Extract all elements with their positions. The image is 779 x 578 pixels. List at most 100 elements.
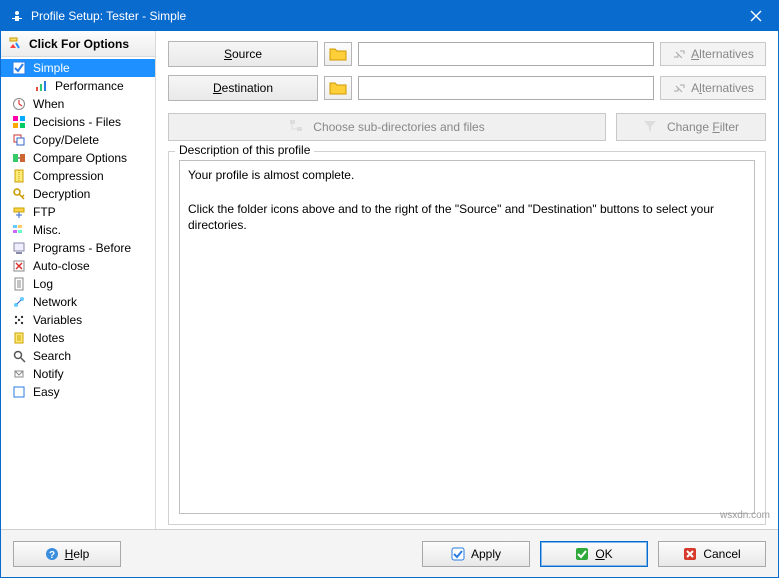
choose-subdirs-label: Choose sub-directories and files <box>313 120 484 134</box>
apply-button[interactable]: Apply <box>422 541 530 567</box>
source-alternatives-button: Alternatives <box>660 42 766 66</box>
sidebar-item-decisions-files[interactable]: Decisions - Files <box>1 113 155 131</box>
sidebar-item-label: Variables <box>33 313 82 327</box>
sidebar-item-compare-options[interactable]: Compare Options <box>1 149 155 167</box>
source-button[interactable]: Source <box>168 41 318 67</box>
footer: ? Help Apply OK Cancel <box>1 529 778 577</box>
change-filter-button: Change Filter <box>616 113 766 141</box>
sidebar-item-performance[interactable]: Performance <box>1 77 155 95</box>
key-icon <box>11 186 27 202</box>
apply-icon <box>451 547 465 561</box>
sidebar-item-label: Simple <box>33 61 70 75</box>
grid-icon <box>11 114 27 130</box>
sidebar-item-label: Performance <box>55 79 124 93</box>
destination-label-rest: estination <box>222 81 273 95</box>
sidebar-item-label: Auto-close <box>33 259 90 273</box>
ok-icon <box>575 547 589 561</box>
description-line-2: Click the folder icons above and to the … <box>188 201 746 235</box>
compare-icon <box>11 150 27 166</box>
source-path-input[interactable] <box>358 42 654 66</box>
sidebar: Click For Options Simple Performance When D… <box>1 31 156 529</box>
clock-icon <box>11 96 27 112</box>
bars-icon <box>33 78 49 94</box>
cancel-icon <box>683 547 697 561</box>
sidebar-item-label: FTP <box>33 205 56 219</box>
help-icon: ? <box>45 547 59 561</box>
source-folder-button[interactable] <box>324 42 352 66</box>
compress-icon <box>11 168 27 184</box>
sidebar-item-compression[interactable]: Compression <box>1 167 155 185</box>
funnel-icon <box>643 119 659 135</box>
sidebar-item-network[interactable]: Network <box>1 293 155 311</box>
sidebar-item-notify[interactable]: Notify <box>1 365 155 383</box>
autoclose-icon <box>11 258 27 274</box>
sidebar-item-label: Search <box>33 349 71 363</box>
description-legend: Description of this profile <box>175 143 314 157</box>
sidebar-item-label: Notes <box>33 331 64 345</box>
sidebar-item-log[interactable]: Log <box>1 275 155 293</box>
sidebar-item-variables[interactable]: Variables <box>1 311 155 329</box>
sidebar-item-copy-delete[interactable]: Copy/Delete <box>1 131 155 149</box>
sidebar-item-label: Programs - Before <box>33 241 131 255</box>
network-icon <box>11 294 27 310</box>
sidebar-item-when[interactable]: When <box>1 95 155 113</box>
watermark: wsxdn.com <box>720 510 770 521</box>
sidebar-item-auto-close[interactable]: Auto-close <box>1 257 155 275</box>
sidebar-item-label: Decryption <box>33 187 90 201</box>
choose-subdirectories-button: Choose sub-directories and files <box>168 113 606 141</box>
window-title: Profile Setup: Tester - Simple <box>31 9 733 23</box>
help-button[interactable]: ? Help <box>13 541 121 567</box>
app-icon <box>9 8 25 24</box>
notify-icon <box>11 366 27 382</box>
sidebar-item-label: Decisions - Files <box>33 115 121 129</box>
sidebar-item-label: Compare Options <box>33 151 127 165</box>
apply-label: Apply <box>471 547 501 561</box>
sidebar-item-label: Notify <box>33 367 64 381</box>
click-for-options-label: Click For Options <box>29 37 129 51</box>
sidebar-item-easy[interactable]: Easy <box>1 383 155 401</box>
description-fieldset: Description of this profile Your profile… <box>168 151 766 525</box>
sidebar-item-ftp[interactable]: FTP <box>1 203 155 221</box>
tree-icon <box>289 119 305 135</box>
destination-alternatives-button: Alternatives <box>660 76 766 100</box>
options-icon <box>7 36 23 52</box>
copy-icon <box>11 132 27 148</box>
sidebar-item-search[interactable]: Search <box>1 347 155 365</box>
destination-folder-button[interactable] <box>324 76 352 100</box>
sidebar-item-label: Log <box>33 277 53 291</box>
check-icon <box>11 60 27 76</box>
sidebar-item-label: Misc. <box>33 223 61 237</box>
sidebar-item-label: Compression <box>33 169 104 183</box>
cancel-label: Cancel <box>703 547 740 561</box>
sidebar-item-misc-[interactable]: Misc. <box>1 221 155 239</box>
main-panel: Source Alternatives Destination Alternat… <box>156 31 778 529</box>
notes-icon <box>11 330 27 346</box>
easy-icon <box>11 384 27 400</box>
svg-text:?: ? <box>49 550 55 561</box>
cancel-button[interactable]: Cancel <box>658 541 766 567</box>
description-box: Your profile is almost complete. Click t… <box>179 160 755 514</box>
misc-icon <box>11 222 27 238</box>
nav-list: Simple Performance When Decisions - Files Co… <box>1 57 155 529</box>
close-button[interactable] <box>733 1 778 31</box>
click-for-options[interactable]: Click For Options <box>1 31 155 57</box>
sidebar-item-simple[interactable]: Simple <box>1 59 155 77</box>
description-line-1: Your profile is almost complete. <box>188 167 746 184</box>
ftp-icon <box>11 204 27 220</box>
title-bar: Profile Setup: Tester - Simple <box>1 1 778 31</box>
sidebar-item-label: Easy <box>33 385 60 399</box>
source-label-rest: ource <box>232 47 262 61</box>
variables-icon <box>11 312 27 328</box>
destination-path-input[interactable] <box>358 76 654 100</box>
ok-button[interactable]: OK <box>540 541 648 567</box>
sidebar-item-label: When <box>33 97 64 111</box>
sidebar-item-programs-before[interactable]: Programs - Before <box>1 239 155 257</box>
sidebar-item-label: Network <box>33 295 77 309</box>
sidebar-item-decryption[interactable]: Decryption <box>1 185 155 203</box>
sidebar-item-notes[interactable]: Notes <box>1 329 155 347</box>
search-icon <box>11 348 27 364</box>
sidebar-item-label: Copy/Delete <box>33 133 99 147</box>
log-icon <box>11 276 27 292</box>
programs-icon <box>11 240 27 256</box>
destination-button[interactable]: Destination <box>168 75 318 101</box>
